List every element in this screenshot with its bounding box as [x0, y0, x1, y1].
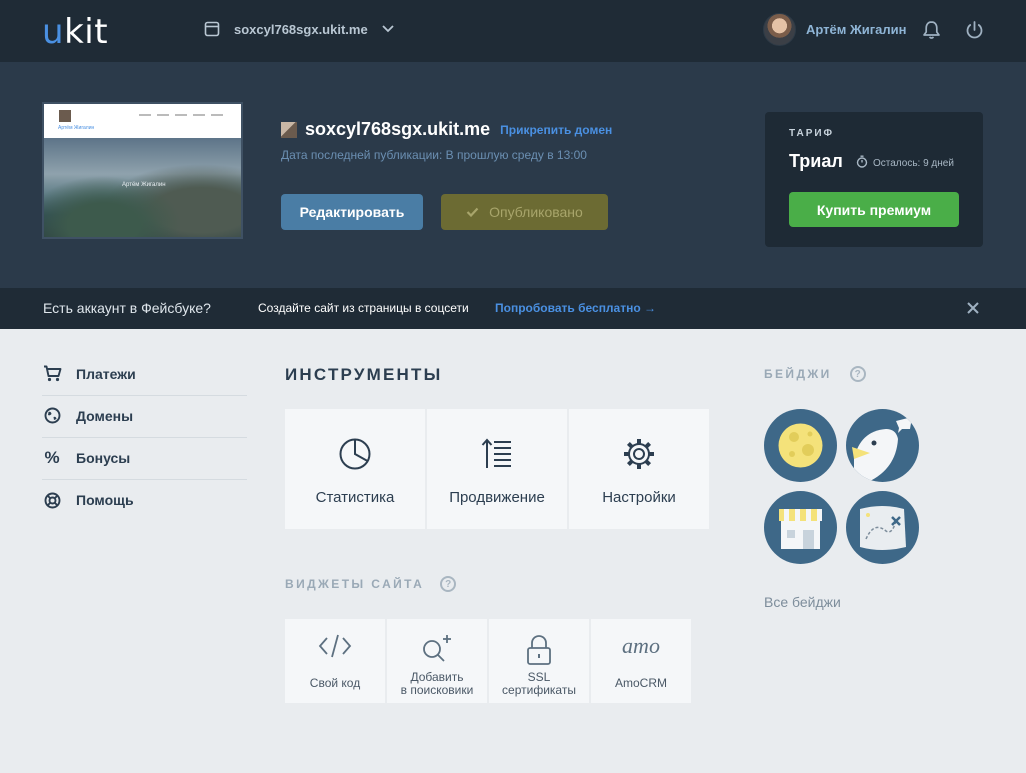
map-badge[interactable]	[846, 491, 919, 564]
tools-grid: Статистика Продвижение Настройки	[285, 409, 709, 529]
thumbnail-nav	[139, 114, 229, 116]
badges-title-row: БЕЙДЖИ ?	[764, 366, 866, 382]
widget-label: Свой код	[309, 676, 361, 690]
tool-settings[interactable]: Настройки	[569, 409, 709, 529]
site-favicon	[281, 121, 297, 138]
thumbnail-header: Артём Жигалин	[44, 104, 241, 138]
tool-label: Статистика	[315, 489, 395, 506]
tool-label: Настройки	[602, 489, 676, 506]
fb-question: Есть аккаунт в Фейсбуке?	[43, 300, 211, 316]
treasure-map-icon	[860, 506, 906, 550]
tool-promotion[interactable]: Продвижение	[427, 409, 567, 529]
gear-icon	[622, 437, 656, 476]
search-plus-icon	[421, 634, 453, 669]
lock-icon	[526, 634, 552, 671]
amo-logo: amo	[622, 633, 660, 658]
tool-label: Продвижение	[449, 489, 545, 506]
fb-try-free-link[interactable]: Попробовать бесплатно →	[495, 301, 656, 315]
fb-description: Создайте сайт из страницы в соцсети	[258, 301, 469, 315]
ukit-logo[interactable]: ukit	[42, 12, 108, 52]
all-badges-link[interactable]: Все бейджи	[764, 594, 841, 610]
sidebar: Платежи Домены % Бонусы Помощь	[42, 354, 247, 522]
close-icon[interactable]	[966, 301, 980, 320]
sidebar-item-bonuses[interactable]: % Бонусы	[42, 438, 247, 480]
thumbnail-name: Артём Жигалин	[58, 125, 95, 131]
bird-badge[interactable]	[846, 409, 919, 482]
check-icon	[466, 204, 479, 220]
cart-icon	[42, 364, 62, 384]
widget-ssl[interactable]: SSL сертификаты	[489, 619, 589, 703]
buy-premium-button[interactable]: Купить премиум	[789, 192, 959, 227]
widget-label: SSL сертификаты	[502, 670, 576, 697]
help-icon[interactable]: ?	[440, 576, 457, 592]
moon-icon	[778, 423, 823, 468]
power-icon[interactable]	[965, 20, 984, 45]
avatar[interactable]	[763, 13, 796, 46]
shop-badge[interactable]	[764, 491, 837, 564]
published-button[interactable]: Опубликовано	[441, 194, 608, 230]
badges-title: БЕЙДЖИ	[764, 367, 832, 381]
tariff-label: ТАРИФ	[789, 128, 835, 139]
top-bar: ukit soxcyl768sgx.ukit.me Артём Жигалин	[0, 0, 1026, 62]
last-published-date: Дата последней публикации: В прошлую сре…	[281, 148, 587, 162]
tariff-name: Триал	[789, 151, 843, 171]
widgets-title: ВИДЖЕТЫ САЙТА	[285, 577, 425, 591]
sidebar-item-payments[interactable]: Платежи	[42, 354, 247, 396]
code-icon	[318, 634, 352, 663]
sidebar-item-label: Домены	[76, 407, 134, 424]
tariff-card: ТАРИФ Триал Осталось: 9 дней Купить прем…	[765, 112, 983, 247]
tariff-remaining-text: Осталось: 9 дней	[873, 157, 954, 169]
bell-icon[interactable]	[922, 20, 941, 45]
widget-amocrm[interactable]: amo AmoCRM	[591, 619, 691, 703]
stopwatch-icon	[856, 155, 868, 171]
facebook-banner: Есть аккаунт в Фейсбуке? Создайте сайт и…	[0, 288, 1026, 329]
edit-button[interactable]: Редактировать	[281, 194, 423, 230]
help-icon[interactable]: ?	[849, 366, 866, 382]
site-title-row: soxcyl768sgx.ukit.me Прикрепить домен	[281, 119, 612, 140]
widgets-title-row: ВИДЖЕТЫ САЙТА ?	[285, 576, 457, 592]
widget-custom-code[interactable]: Свой код	[285, 619, 385, 703]
globe-icon	[42, 406, 62, 426]
widgets-grid: Свой код Добавить в поисковики SSL серти…	[285, 619, 691, 703]
moon-badge[interactable]	[764, 409, 837, 482]
widget-label: Добавить в поисковики	[400, 670, 474, 697]
lifebuoy-icon	[42, 490, 62, 510]
percent-icon: %	[44, 447, 60, 467]
thumbnail-landscape-image: Артём Жигалин	[44, 138, 241, 237]
browser-window-icon	[204, 21, 220, 37]
site-selector-label: soxcyl768sgx.ukit.me	[234, 21, 368, 37]
pie-chart-icon	[338, 437, 372, 476]
site-selector[interactable]: soxcyl768sgx.ukit.me	[204, 21, 394, 37]
widget-label: AmoCRM	[614, 676, 667, 690]
bird-icon	[852, 417, 912, 482]
tool-statistics[interactable]: Статистика	[285, 409, 425, 529]
sidebar-item-label: Платежи	[76, 365, 136, 382]
sidebar-item-label: Бонусы	[76, 449, 131, 466]
sidebar-item-label: Помощь	[76, 492, 134, 508]
tariff-remaining: Осталось: 9 дней	[856, 155, 954, 171]
chevron-down-icon	[382, 25, 394, 33]
sort-list-icon	[481, 437, 513, 476]
sidebar-item-domains[interactable]: Домены	[42, 396, 247, 438]
attach-domain-link[interactable]: Прикрепить домен	[500, 123, 612, 137]
shop-icon	[779, 509, 822, 549]
thumbnail-caption: Артём Жигалин	[122, 182, 166, 188]
site-name: soxcyl768sgx.ukit.me	[305, 119, 491, 139]
widget-search-engines[interactable]: Добавить в поисковики	[387, 619, 487, 703]
published-label: Опубликовано	[489, 204, 583, 220]
user-menu[interactable]: Артём Жигалин	[763, 13, 906, 46]
site-preview-thumbnail[interactable]: Артём Жигалин Артём Жигалин	[42, 102, 243, 239]
tools-title: ИНСТРУМЕНТЫ	[285, 365, 443, 384]
thumbnail-avatar	[59, 110, 71, 122]
user-name[interactable]: Артём Жигалин	[806, 22, 906, 37]
sidebar-item-help[interactable]: Помощь	[42, 480, 247, 522]
